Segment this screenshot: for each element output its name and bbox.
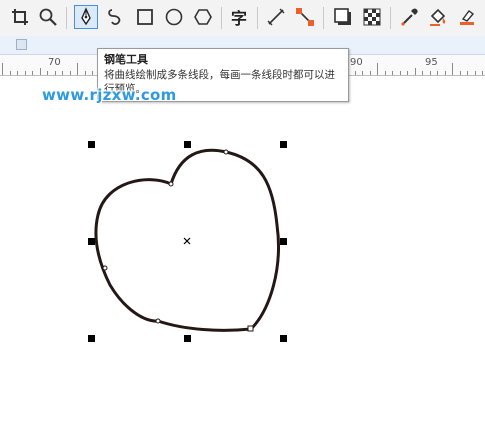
- ruler-tick: [17, 71, 18, 75]
- selection-handle-bottom-left[interactable]: [88, 335, 95, 342]
- ruler-tick: [429, 71, 431, 75]
- tooltip-title: 钢笔工具: [104, 53, 148, 66]
- rectangle-tool-icon[interactable]: [133, 5, 157, 29]
- ruler-tick: [84, 71, 86, 75]
- text-tool-icon[interactable]: 字: [227, 5, 251, 29]
- selection-handle-right[interactable]: [280, 238, 287, 245]
- ruler-origin-box[interactable]: [16, 39, 27, 50]
- selection-handle-bottom-right[interactable]: [280, 335, 287, 342]
- ruler-tick: [377, 63, 378, 75]
- center-marker[interactable]: [183, 237, 191, 245]
- transparency-tool-icon[interactable]: [360, 5, 384, 29]
- curve-node[interactable]: [155, 318, 161, 324]
- ruler-tick: [459, 71, 461, 75]
- ruler-tick: [422, 71, 423, 75]
- selection-handle-top[interactable]: [184, 141, 191, 148]
- selection-handle-top-right[interactable]: [280, 141, 287, 148]
- ruler-tick: [32, 71, 33, 75]
- smart-fill-tool-icon[interactable]: [455, 5, 479, 29]
- pen-tool-icon[interactable]: [74, 5, 98, 29]
- ruler-tick: [384, 71, 386, 75]
- ruler-tick: [77, 63, 78, 75]
- freehand-tool-icon[interactable]: [104, 5, 128, 29]
- curve-node[interactable]: [247, 325, 254, 332]
- zoom-tool-icon[interactable]: [36, 5, 60, 29]
- heart-shape[interactable]: [0, 76, 485, 446]
- ruler-tick: [69, 71, 71, 75]
- toolbar-separator: [390, 7, 391, 29]
- toolbar-separator: [221, 7, 222, 29]
- ruler-tick: [474, 71, 476, 75]
- ruler-tick: [369, 71, 371, 75]
- ruler-tick: [392, 71, 393, 75]
- ruler-tick: [407, 71, 408, 75]
- ruler-tick: [482, 71, 483, 75]
- ruler-tick: [444, 71, 446, 75]
- ruler-tick: [9, 71, 11, 75]
- ruler-tick: [452, 63, 453, 75]
- dimension-line-tool-icon[interactable]: [264, 5, 288, 29]
- curve-node[interactable]: [168, 181, 174, 187]
- site-watermark: www.rjzxw.com: [42, 86, 177, 104]
- eyedropper-tool-icon[interactable]: [397, 5, 421, 29]
- toolbar-separator: [323, 7, 324, 29]
- fill-tool-icon[interactable]: [426, 5, 450, 29]
- ruler-tick: [24, 71, 26, 75]
- ellipse-tool-icon[interactable]: [162, 5, 186, 29]
- selection-handle-top-left[interactable]: [88, 141, 95, 148]
- ruler-label: 70: [48, 57, 61, 68]
- ruler-tick: [62, 71, 63, 75]
- selection-handle-left[interactable]: [88, 238, 95, 245]
- curve-node[interactable]: [223, 149, 229, 155]
- ruler-tick: [92, 71, 93, 75]
- ruler-tick: [39, 68, 41, 75]
- drawing-canvas[interactable]: [0, 76, 485, 446]
- toolbar-separator: [66, 7, 67, 29]
- ruler-tick: [467, 71, 468, 75]
- connector-tool-icon[interactable]: [293, 5, 317, 29]
- ruler-tick: [2, 63, 3, 75]
- polygon-tool-icon[interactable]: [191, 5, 215, 29]
- ruler-tick: [399, 71, 401, 75]
- curve-node[interactable]: [102, 265, 108, 271]
- text-tool-glyph: 字: [230, 9, 247, 28]
- toolbox: 字: [0, 0, 485, 37]
- selection-handle-bottom[interactable]: [184, 335, 191, 342]
- ruler-tick: [362, 71, 363, 75]
- drop-shadow-tool-icon[interactable]: [331, 5, 355, 29]
- ruler-tick: [54, 71, 56, 75]
- ruler-tick: [47, 71, 48, 75]
- ruler-tick: [437, 71, 438, 75]
- ruler-label: 90: [350, 57, 363, 68]
- ruler-tick: [354, 71, 356, 75]
- ruler-tick: [414, 68, 416, 75]
- crop-tool-icon[interactable]: [8, 5, 32, 29]
- toolbar-separator: [257, 7, 258, 29]
- ruler-label: 95: [425, 57, 438, 68]
